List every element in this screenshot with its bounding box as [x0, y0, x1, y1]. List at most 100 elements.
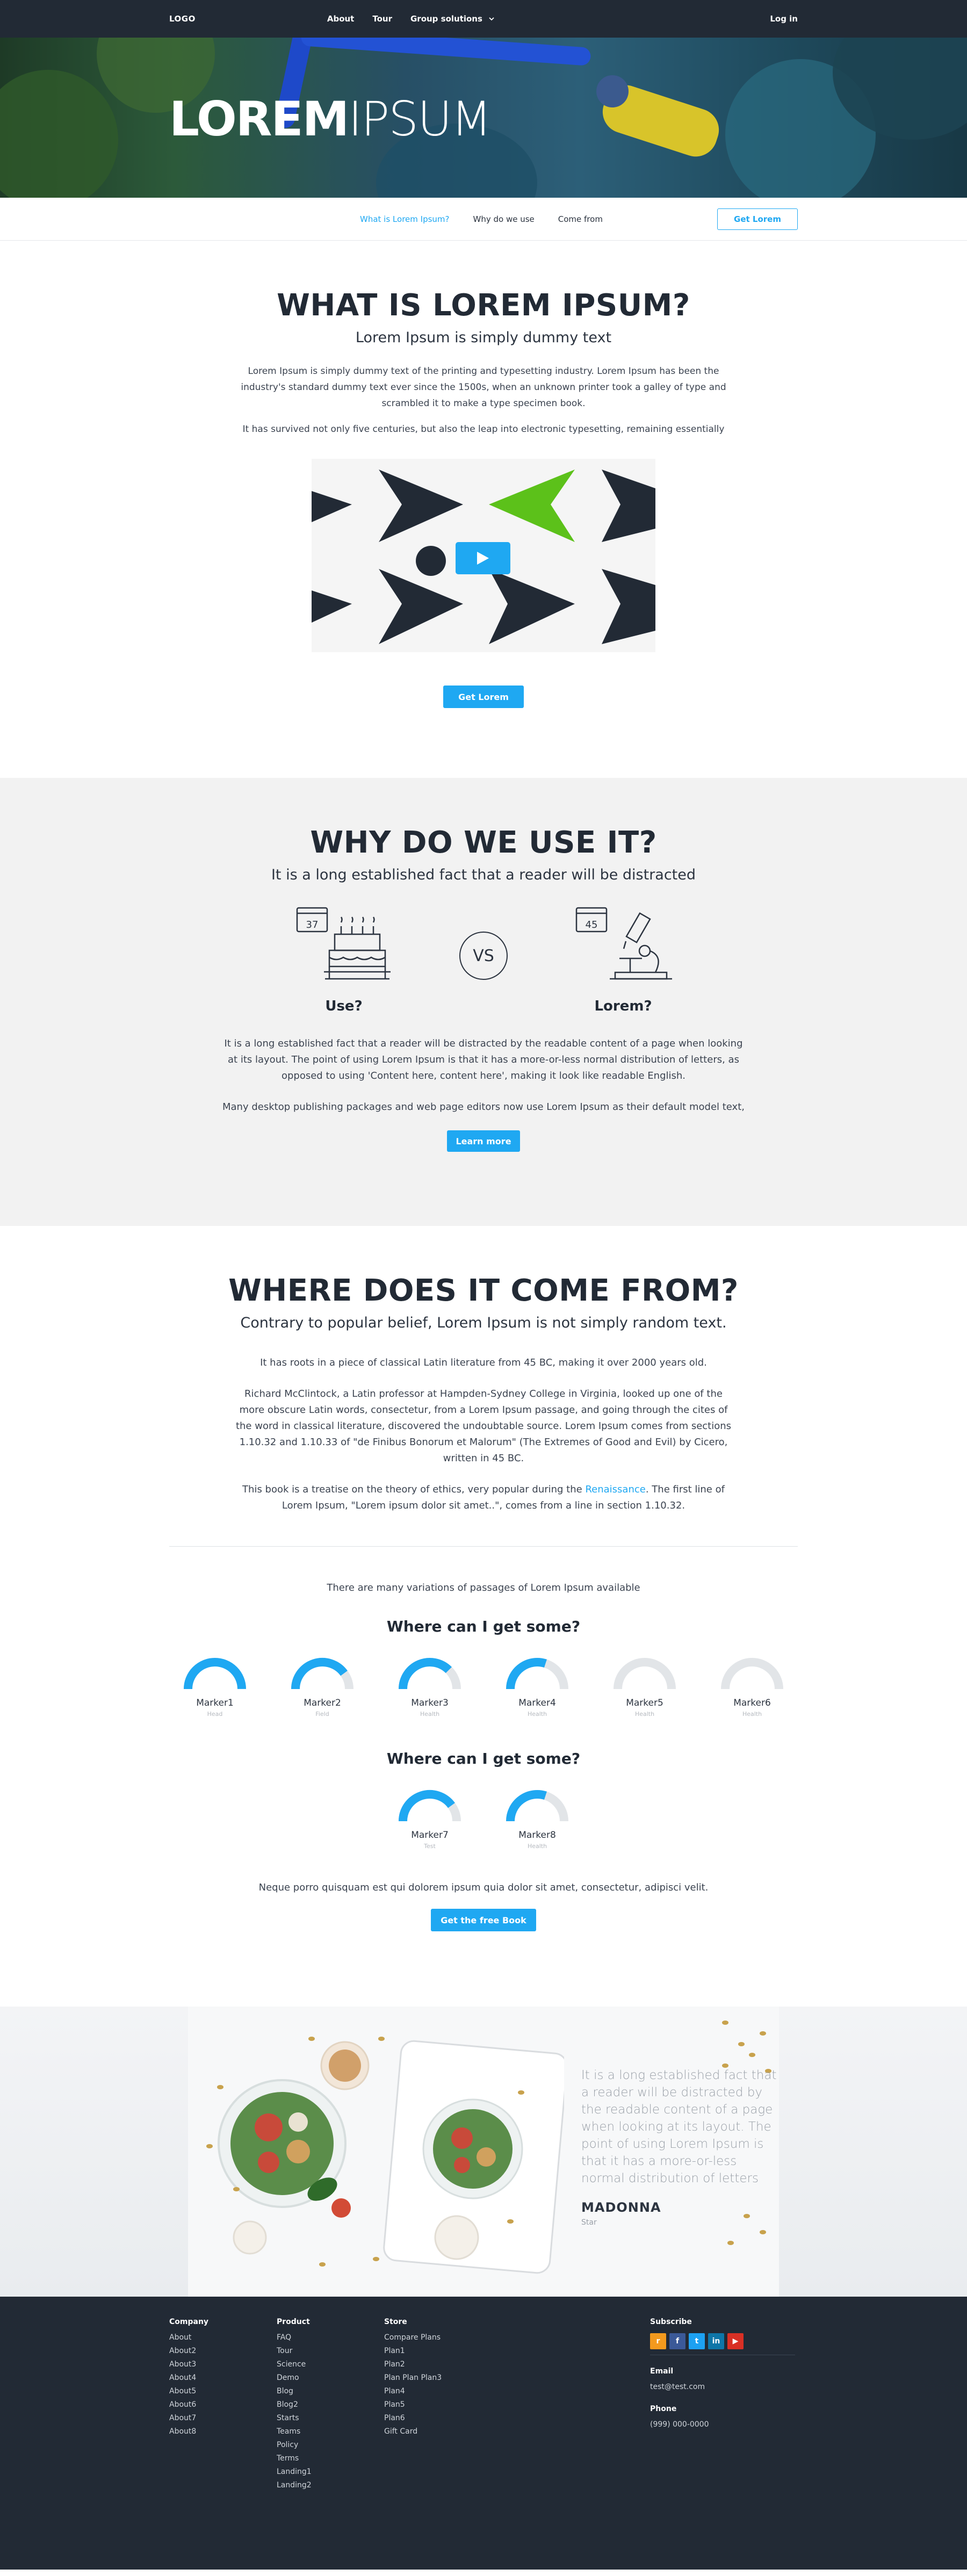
footer-heading: Company: [169, 2318, 209, 2326]
origin-paragraph-2: Richard McClintock, a Latin professor at…: [235, 1388, 732, 1464]
footer-link-product[interactable]: Blog: [277, 2385, 384, 2398]
section-subtitle: Contrary to popular belief, Lorem Ipsum …: [240, 1315, 727, 1331]
nav-about[interactable]: About: [327, 14, 355, 24]
gauge-chart: [721, 1658, 783, 1690]
email-value[interactable]: test@test.com: [650, 2380, 795, 2394]
comparison: 37 Use? VS 45 Lorem?: [290, 905, 677, 1014]
get-lorem-button[interactable]: Get Lorem: [443, 686, 524, 708]
section-title: WHAT IS LOREM IPSUM?: [277, 288, 690, 323]
footer-link-store[interactable]: Compare Plans: [384, 2331, 650, 2344]
footer-link-store[interactable]: Plan6: [384, 2412, 650, 2425]
youtube-icon[interactable]: ▶: [727, 2333, 744, 2349]
microscope-icon: 45: [575, 907, 672, 980]
footer-link-product[interactable]: Tour: [277, 2344, 384, 2358]
marker-gauge: Marker8 Health: [505, 1789, 569, 1850]
footer-subscribe: Subscribe r f t in ▶ Email test@test.com Pho…: [650, 2315, 795, 2492]
footer-link-company[interactable]: About7: [169, 2412, 277, 2425]
footer-link-store[interactable]: Gift Card: [384, 2425, 650, 2438]
footer-link-product[interactable]: Landing1: [277, 2465, 384, 2479]
testimonial: It is a long established fact that a rea…: [581, 2067, 780, 2227]
footer-link-store[interactable]: Plan Plan Plan3: [384, 2371, 650, 2385]
marker-label: Marker8: [518, 1830, 556, 1841]
logo[interactable]: LOGO: [169, 14, 196, 24]
footer-link-store[interactable]: Plan2: [384, 2358, 650, 2371]
login-link[interactable]: Log in: [770, 14, 798, 24]
section-navbar: What is Lorem Ipsum? Why do we use Come …: [0, 198, 967, 241]
footer-link-product[interactable]: FAQ: [277, 2331, 384, 2344]
footer-link-company[interactable]: About2: [169, 2344, 277, 2358]
origin-text: This book is a treatise on the theory of…: [242, 1484, 586, 1495]
marker-label: Marker1: [196, 1698, 234, 1708]
chevron-down-icon: [489, 17, 494, 21]
footer-link-product[interactable]: Policy: [277, 2438, 384, 2452]
salad-bowl-image: [206, 2037, 564, 2274]
subnav-come-from[interactable]: Come from: [558, 214, 603, 224]
rss-icon[interactable]: r: [650, 2333, 666, 2349]
footer-link-product[interactable]: Starts: [277, 2412, 384, 2425]
nav-group-solutions[interactable]: Group solutions: [410, 14, 495, 24]
get-lorem-nav-button[interactable]: Get Lorem: [717, 208, 798, 230]
nav-tour[interactable]: Tour: [372, 14, 392, 24]
video-player[interactable]: [312, 459, 655, 652]
gauge-chart: [399, 1658, 461, 1690]
section-come-from: WHERE DOES IT COME FROM? Contrary to pop…: [0, 1226, 967, 2007]
linkedin-icon[interactable]: in: [708, 2333, 724, 2349]
learn-more-button[interactable]: Learn more: [447, 1130, 520, 1152]
compare-lorem: 45 Lorem?: [569, 905, 677, 1014]
twitter-icon[interactable]: t: [689, 2333, 705, 2349]
footer-link-store[interactable]: Plan4: [384, 2385, 650, 2398]
hero-title-bold: LOREM: [169, 91, 349, 147]
subnav-what-is[interactable]: What is Lorem Ipsum?: [360, 214, 450, 224]
footer-link-company[interactable]: About3: [169, 2358, 277, 2371]
vs-badge: VS: [459, 932, 508, 980]
gauge-chart: [506, 1658, 568, 1690]
gauge-fill: [506, 1658, 547, 1690]
footer-link-product[interactable]: Demo: [277, 2371, 384, 2385]
marker-sublabel: Head: [207, 1711, 223, 1718]
compare-use-label: Use?: [325, 998, 363, 1014]
marker-label: Marker5: [626, 1698, 663, 1708]
footer-link-company[interactable]: About6: [169, 2398, 277, 2412]
marker-sublabel: Health: [634, 1711, 655, 1718]
footer-link-store[interactable]: Plan5: [384, 2398, 650, 2412]
footer-link-product[interactable]: Science: [277, 2358, 384, 2371]
gauge-fill: [399, 1658, 452, 1690]
closing-text: Neque porro quisquam est qui dolorem ips…: [258, 1882, 709, 1893]
footer-link-company[interactable]: About: [169, 2331, 277, 2344]
footer-link-product[interactable]: Terms: [277, 2452, 384, 2465]
footer-link-product[interactable]: Landing2: [277, 2479, 384, 2492]
play-icon: [477, 552, 489, 565]
get-free-book-button[interactable]: Get the free Book: [431, 1909, 536, 1931]
where-heading-2: Where can I get some?: [386, 1750, 581, 1767]
subnav-why-use[interactable]: Why do we use: [473, 214, 535, 224]
footer-link-product[interactable]: Teams: [277, 2425, 384, 2438]
footer-heading: Product: [277, 2318, 310, 2326]
gauge-chart: [506, 1790, 568, 1822]
footer-link-company[interactable]: About5: [169, 2385, 277, 2398]
origin-paragraph: It has roots in a piece of classical Lat…: [260, 1357, 707, 1368]
calendar-number: 45: [586, 919, 598, 930]
marker-sublabel: Health: [527, 1843, 547, 1850]
footer-link-company[interactable]: About8: [169, 2425, 277, 2438]
play-button[interactable]: [456, 542, 510, 574]
renaissance-link[interactable]: Renaissance: [585, 1484, 645, 1495]
marker-sublabel: Field: [315, 1711, 329, 1718]
gauge-fill: [183, 1658, 246, 1690]
footer-link-company[interactable]: About4: [169, 2371, 277, 2385]
testimonial-name: MADONNA: [581, 2200, 661, 2215]
marker-gauge: Marker6 Health: [720, 1657, 784, 1718]
testimonial-background: It is a long established fact that a rea…: [188, 2007, 779, 2297]
top-navbar: LOGO About Tour Group solutions Log in: [0, 0, 967, 38]
gauge-fill: [399, 1790, 455, 1822]
rope-graphic-2: [300, 38, 591, 66]
section-why-use: WHY DO WE USE IT? It is a long establish…: [0, 778, 967, 1226]
testimonial-role: Star: [581, 2218, 597, 2227]
markers-row-2: Marker7 Test Marker8 Health: [0, 1789, 967, 1850]
footer-link-store[interactable]: Plan1: [384, 2344, 650, 2358]
testimonial-quote: It is a long established fact that a rea…: [581, 2068, 777, 2185]
main-menu: About Tour Group solutions: [327, 14, 495, 24]
facebook-icon[interactable]: f: [669, 2333, 685, 2349]
footer-heading: Subscribe: [650, 2318, 692, 2326]
footer-link-product[interactable]: Blog2: [277, 2398, 384, 2412]
hero-banner: LOREMIPSUM: [0, 38, 967, 198]
